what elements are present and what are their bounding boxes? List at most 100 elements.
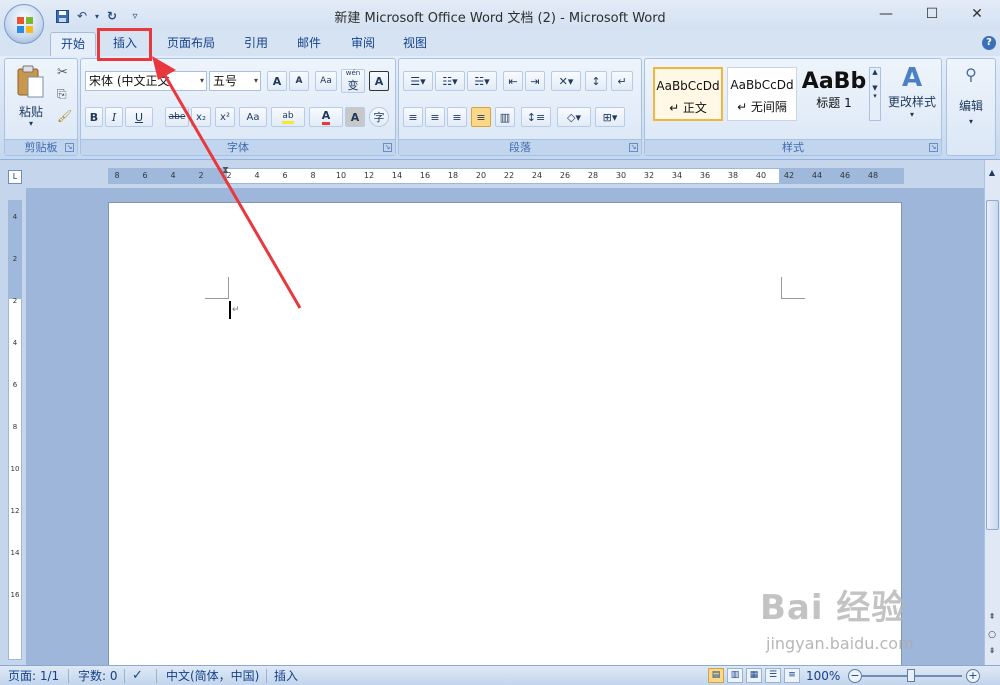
font-size-dropdown[interactable]: 五号 ▾: [209, 71, 261, 91]
tab-home[interactable]: 开始: [50, 32, 96, 56]
maximize-button[interactable]: ☐: [917, 4, 947, 24]
align-center-button[interactable]: ≡: [425, 107, 445, 127]
clear-format-button[interactable]: Aa: [315, 71, 337, 91]
tab-references[interactable]: 引用: [236, 32, 276, 56]
ruler-tick-label: 44: [811, 171, 823, 180]
grow-font-button[interactable]: A: [267, 71, 287, 91]
ruler-tick-label: 40: [755, 171, 767, 180]
numbering-button[interactable]: ☷▾: [435, 71, 465, 91]
bold-button[interactable]: B: [85, 107, 103, 127]
next-page-icon[interactable]: ⇟: [985, 646, 999, 660]
scroll-up-icon[interactable]: ▲: [985, 168, 999, 182]
strikethrough-button[interactable]: abe: [165, 107, 189, 127]
scroll-thumb[interactable]: [986, 200, 999, 530]
tab-mailings[interactable]: 邮件: [288, 32, 330, 56]
vertical-scrollbar[interactable]: ▲ ⇞ ○ ⇟: [984, 160, 1000, 665]
sort-button[interactable]: ↕: [585, 71, 607, 91]
superscript-button[interactable]: x²: [215, 107, 235, 127]
tab-view[interactable]: 视图: [394, 32, 436, 56]
style-no-spacing[interactable]: AaBbCcDd ↵ 无间隔: [727, 67, 797, 121]
char-border-button[interactable]: A: [369, 71, 389, 91]
close-button[interactable]: ✕: [962, 4, 992, 24]
bullets-button[interactable]: ☰▾: [403, 71, 433, 91]
insert-mode-status[interactable]: 插入: [274, 668, 298, 684]
chinese-layout-button[interactable]: ✕▾: [551, 71, 581, 91]
cut-icon[interactable]: ✂: [57, 65, 68, 80]
multilevel-list-button[interactable]: ☵▾: [467, 71, 497, 91]
char-shading-button[interactable]: A: [345, 107, 365, 127]
change-styles-button[interactable]: A 更改样式 ▾: [885, 63, 939, 139]
zoom-in-icon[interactable]: +: [966, 669, 980, 683]
style-normal[interactable]: AaBbCcDd ↵ 正文: [653, 67, 723, 121]
browse-object-icon[interactable]: ○: [985, 630, 999, 644]
phonetic-char: 变: [347, 79, 359, 92]
zoom-slider-thumb[interactable]: [907, 669, 915, 682]
minimize-button[interactable]: —: [871, 4, 901, 24]
full-screen-reading-icon[interactable]: ▥: [727, 668, 743, 683]
outline-view-icon[interactable]: ☰: [765, 668, 781, 683]
clipboard-launcher-icon[interactable]: ↘: [65, 143, 74, 152]
help-icon[interactable]: ?: [982, 36, 996, 50]
ruler-tick-label: 32: [643, 171, 655, 180]
ruler-tick-label: 6: [282, 171, 288, 180]
indent-marker-icon[interactable]: ⧗: [222, 165, 229, 176]
language-status[interactable]: 中文(简体，中国): [166, 668, 259, 684]
word-count[interactable]: 字数: 0: [78, 668, 118, 684]
draft-view-icon[interactable]: ≡: [784, 668, 800, 683]
highlight-button[interactable]: ab: [271, 107, 305, 127]
show-marks-button[interactable]: ↵: [611, 71, 633, 91]
horizontal-ruler[interactable]: 8 6 4 2 2 4 6 8 10 12 14 16 18 20 22 24 26 28 30 32 34 36 38 40…: [108, 165, 904, 184]
text-cursor: [229, 301, 231, 319]
editing-group[interactable]: ⚲ 编辑 ▾: [946, 58, 996, 156]
style-name: ↵ 正文: [669, 101, 707, 115]
enclose-char-button[interactable]: 字: [369, 107, 389, 127]
borders-button[interactable]: ⊞▾: [595, 107, 625, 127]
tab-selector[interactable]: L: [8, 170, 22, 184]
tab-page-layout[interactable]: 页面布局: [160, 32, 222, 56]
zoom-out-icon[interactable]: −: [848, 669, 862, 683]
office-button[interactable]: [4, 4, 44, 44]
styles-scroll[interactable]: ▲ ▼ ▾: [869, 67, 881, 121]
zoom-level[interactable]: 100%: [806, 668, 840, 684]
increase-indent-button[interactable]: ⇥: [525, 71, 545, 91]
ruler-tick-label: 2: [198, 171, 204, 180]
chevron-down-icon: ▾: [968, 117, 973, 126]
italic-button[interactable]: I: [105, 107, 123, 127]
proofing-icon[interactable]: ✓: [132, 668, 143, 684]
font-launcher-icon[interactable]: ↘: [383, 143, 392, 152]
distributed-button[interactable]: ▥: [495, 107, 515, 127]
paste-button[interactable]: 粘贴 ▾: [9, 63, 53, 133]
justify-button[interactable]: ≡: [471, 107, 491, 127]
shrink-font-button[interactable]: A: [289, 71, 309, 91]
window-title: 新建 Microsoft Office Word 文档 (2) - Micros…: [334, 11, 666, 26]
font-group-label: 字体: [81, 139, 395, 155]
web-layout-icon[interactable]: ▦: [746, 668, 762, 683]
prev-page-icon[interactable]: ⇞: [985, 612, 999, 626]
line-spacing-button[interactable]: ↕≡: [521, 107, 551, 127]
divider: [68, 669, 69, 683]
ribbon: 粘贴 ▾ ✂ ⎘ 🖌 剪贴板 ↘ 宋体 (中文正文 ▾ 五号 ▾ A A Aa …: [0, 56, 1000, 160]
styles-launcher-icon[interactable]: ↘: [929, 143, 938, 152]
align-right-button[interactable]: ≡: [447, 107, 467, 127]
ruler-tick-label: 12: [363, 171, 375, 180]
align-left-button[interactable]: ≡: [403, 107, 423, 127]
phonetic-guide-button[interactable]: wén 变: [341, 69, 365, 93]
crop-mark-right: [781, 277, 805, 299]
font-name-dropdown[interactable]: 宋体 (中文正文 ▾: [85, 71, 207, 91]
font-color-button[interactable]: A: [309, 107, 343, 127]
change-case-button[interactable]: Aa: [239, 107, 267, 127]
vruler-tick-label: 4: [12, 339, 18, 347]
divider: [156, 669, 157, 683]
style-heading-1[interactable]: AaBb 标题 1: [799, 67, 869, 121]
underline-button[interactable]: U: [125, 107, 153, 127]
format-painter-icon[interactable]: 🖌: [57, 109, 72, 123]
subscript-button[interactable]: x₂: [191, 107, 211, 127]
paragraph-launcher-icon[interactable]: ↘: [629, 143, 638, 152]
print-layout-icon[interactable]: ▤: [708, 668, 724, 683]
page-count[interactable]: 页面: 1/1: [8, 668, 59, 684]
tab-review[interactable]: 审阅: [342, 32, 384, 56]
copy-icon[interactable]: ⎘: [57, 87, 67, 102]
style-name: ↵ 无间隔: [737, 100, 787, 114]
shading-button[interactable]: ◇▾: [557, 107, 591, 127]
decrease-indent-button[interactable]: ⇤: [503, 71, 523, 91]
